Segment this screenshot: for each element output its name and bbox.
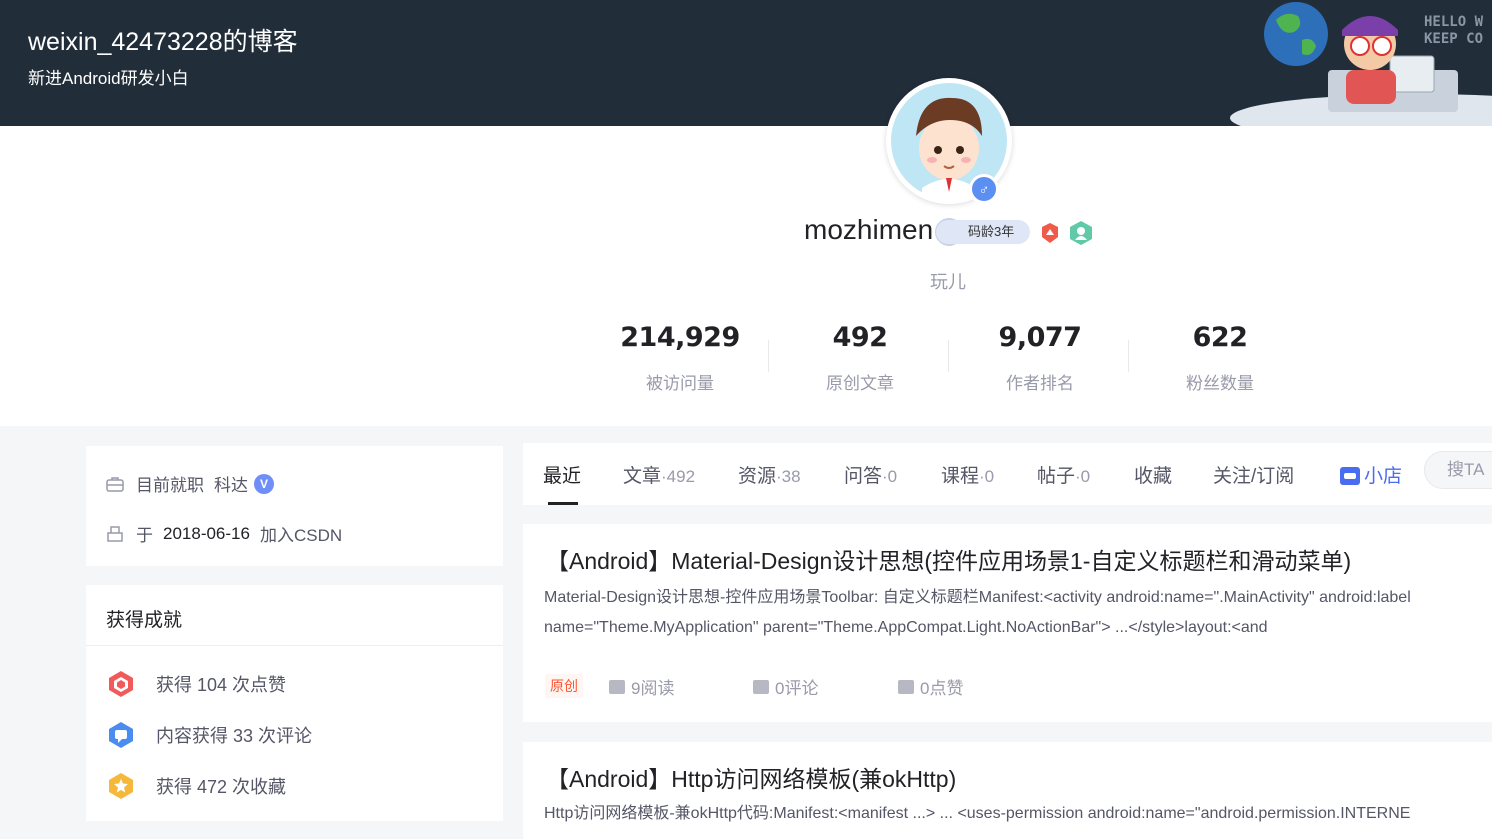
tab-courses[interactable]: 课程·0	[941, 461, 994, 488]
user-tag: 玩儿	[930, 272, 966, 292]
tab-posts[interactable]: 帖子·0	[1037, 461, 1090, 488]
briefcase-icon	[106, 475, 124, 493]
stat-rank[interactable]: 9,077 作者排名	[950, 322, 1130, 394]
tab-count: ·38	[776, 467, 801, 486]
divider	[86, 645, 503, 646]
read-count: 9阅读	[609, 674, 674, 699]
like-count-text: 0点赞	[920, 679, 964, 698]
read-icon	[609, 679, 625, 694]
stat-divider	[768, 340, 769, 372]
tab-recent[interactable]: 最近	[543, 461, 581, 488]
like-achievement-icon	[109, 671, 133, 697]
content-tabs-bar: 最近 文章·492 资源·38 问答·0 课程·0 帖子·0 收藏 关注/订阅 …	[523, 443, 1492, 505]
article-card[interactable]: 【Android】Http访问网络模板(兼okHttp) Http访问网络模板-…	[523, 742, 1492, 839]
calendar-icon	[106, 525, 124, 543]
article-title[interactable]: 【Android】Http访问网络模板(兼okHttp)	[546, 760, 956, 794]
join-prefix: 于	[136, 526, 153, 545]
tab-count: ·0	[979, 467, 995, 486]
article-description: Http访问网络模板-兼okHttp代码:Manifest:<manifest …	[544, 805, 1411, 822]
stat-divider	[1128, 340, 1129, 372]
employment-label: 目前就职	[136, 476, 204, 495]
join-date-row: 于 2018-06-16 加入CSDN	[106, 521, 342, 546]
tab-label: 最近	[543, 466, 582, 487]
active-tab-indicator	[548, 502, 578, 505]
tab-label: 资源	[738, 466, 777, 487]
stat-views-label: 被访问量	[646, 374, 714, 393]
join-suffix: 加入CSDN	[259, 526, 343, 545]
article-description: name="Theme.MyApplication" parent="Theme…	[544, 619, 1268, 636]
article-card[interactable]: 【Android】Material-Design设计思想(控件应用场景1-自定义…	[523, 524, 1492, 722]
achievement-likes-text: 获得 104 次点赞	[156, 675, 287, 695]
username[interactable]: mozhimen	[804, 214, 933, 246]
stat-fans[interactable]: 622 粉丝数量	[1130, 322, 1310, 394]
tab-favorites[interactable]: 收藏	[1134, 461, 1172, 488]
stat-views[interactable]: 214,929 被访问量	[590, 322, 770, 394]
tab-resources[interactable]: 资源·38	[738, 461, 801, 488]
employment-row: 目前就职 科达 V	[106, 471, 274, 496]
achievements-title: 获得成就	[106, 610, 183, 631]
tab-label: 课程	[941, 466, 980, 487]
male-gender-icon: ♂	[969, 174, 999, 204]
achievement-comments-text: 内容获得 33 次评论	[156, 726, 313, 746]
creator-medal-icon[interactable]	[1038, 221, 1062, 245]
stat-views-value: 214,929	[620, 322, 740, 353]
achievement-likes: 获得 104 次点赞	[106, 669, 286, 699]
tab-count: ·0	[1075, 467, 1091, 486]
stat-articles-value: 492	[832, 322, 888, 353]
verified-icon: V	[254, 473, 274, 494]
favorite-achievement-icon	[109, 773, 133, 799]
tab-label: 小店	[1364, 466, 1403, 487]
tab-count: ·0	[882, 467, 898, 486]
blog-subtitle: 新进Android研发小白	[28, 69, 189, 88]
tab-label: 收藏	[1134, 466, 1173, 487]
achievement-comments: 内容获得 33 次评论	[106, 720, 312, 750]
stat-rank-label: 作者排名	[1006, 374, 1074, 393]
tab-shop[interactable]: 小店	[1340, 461, 1402, 488]
article-title[interactable]: 【Android】Material-Design设计思想(控件应用场景1-自定义…	[546, 542, 1351, 576]
tab-label: 帖子	[1037, 466, 1076, 487]
tab-label: 关注/订阅	[1213, 466, 1295, 487]
tab-articles[interactable]: 文章·492	[623, 461, 695, 488]
stat-fans-label: 粉丝数量	[1186, 374, 1254, 393]
blog-banner: weixin_42473228的博客 新进Android研发小白 HELLO W…	[0, 0, 1492, 128]
comment-count-text: 0评论	[775, 679, 819, 698]
comment-icon	[753, 679, 769, 694]
tab-label: 问答	[844, 466, 883, 487]
stat-articles[interactable]: 492 原创文章	[770, 322, 950, 394]
like-count[interactable]: 0点赞	[898, 674, 963, 699]
employment-company: 科达	[214, 476, 248, 495]
search-input[interactable]: 搜TA	[1424, 451, 1492, 489]
achievement-favorites-text: 获得 472 次收藏	[156, 777, 287, 797]
tab-follow-subscribe[interactable]: 关注/订阅	[1213, 461, 1294, 488]
join-date: 2018-06-16	[163, 523, 250, 543]
read-count-text: 9阅读	[631, 679, 675, 698]
code-age-badge[interactable]: 码龄3年	[936, 220, 1030, 244]
comment-achievement-icon	[109, 722, 133, 748]
article-description: Material-Design设计思想-控件应用场景Toolbar: 自定义标题…	[544, 589, 1411, 606]
member-medal-icon[interactable]	[1068, 220, 1094, 246]
blog-title[interactable]: weixin_42473228的博客	[28, 22, 298, 58]
stat-fans-value: 622	[1192, 322, 1248, 353]
tab-label: 文章	[623, 466, 662, 487]
stat-rank-value: 9,077	[998, 322, 1082, 353]
achievements-card: 获得成就 获得 104 次点赞 内容获得 33 次评论 获得 472 次收藏	[86, 585, 503, 821]
tab-count: ·492	[661, 467, 696, 486]
stat-divider	[948, 340, 949, 372]
original-tag: 原创	[545, 674, 583, 698]
banner-hello-text: HELLO W KEEP CO	[1424, 14, 1484, 47]
shop-icon	[1340, 467, 1360, 485]
thumbs-up-icon	[898, 679, 914, 694]
achievement-favorites: 获得 472 次收藏	[106, 771, 286, 801]
user-info-card: 目前就职 科达 V 于 2018-06-16 加入CSDN	[86, 446, 503, 566]
comment-count[interactable]: 0评论	[753, 674, 818, 699]
stat-articles-label: 原创文章	[826, 374, 894, 393]
tab-qa[interactable]: 问答·0	[844, 461, 897, 488]
